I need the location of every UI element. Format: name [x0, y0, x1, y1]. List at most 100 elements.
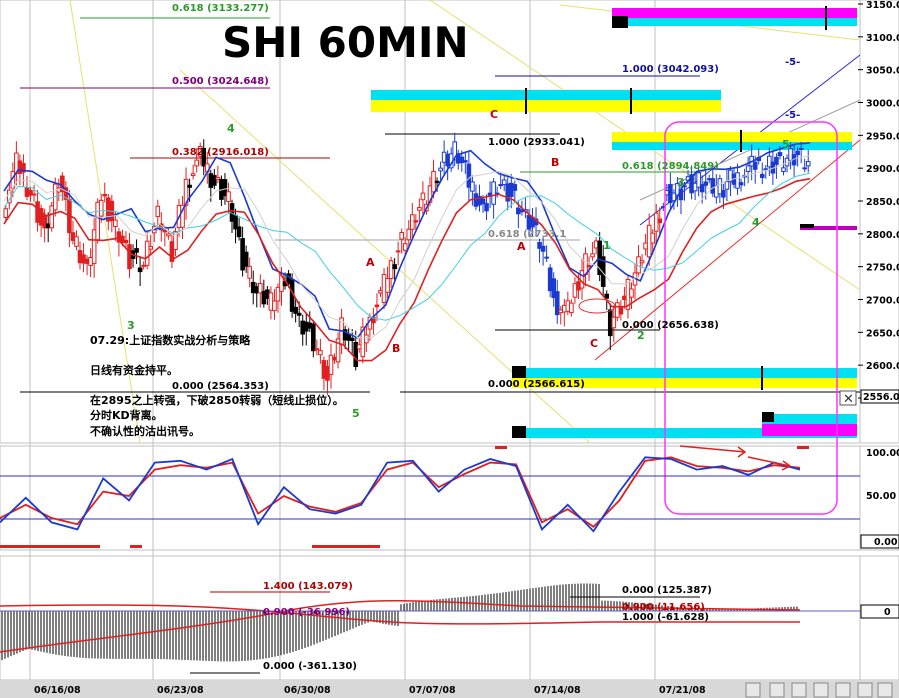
- candle-body: [364, 334, 369, 344]
- candle-body: [463, 160, 468, 163]
- x-tick: 07/21/08: [659, 685, 706, 696]
- candle-body: [629, 288, 634, 298]
- candle-body: [318, 350, 323, 356]
- candle-body: [413, 220, 419, 223]
- candle-body: [148, 246, 154, 250]
- candle-body: [166, 233, 171, 237]
- macd-label: 0.000 (-361.130): [263, 661, 357, 672]
- price-tick-label: 2800.00: [866, 230, 899, 241]
- candle-body: [583, 253, 588, 276]
- candle-body: [777, 152, 783, 157]
- candle-body: [134, 248, 139, 253]
- x-tick: 06/30/08: [284, 685, 331, 696]
- macd-tick: 0: [884, 607, 891, 618]
- price-tick-label: 3050.00: [866, 66, 899, 77]
- fib-label: 0.618 (2894.849): [622, 161, 719, 172]
- candle-body: [763, 168, 769, 171]
- tool-icon[interactable]: [857, 682, 873, 698]
- candle-body: [388, 260, 394, 279]
- macd-label: 1.400 (143.079): [263, 581, 353, 592]
- macd-label: 0.900 (-36.996): [263, 607, 350, 618]
- candle-body: [314, 348, 320, 351]
- price-tick-label: 2600.00: [866, 361, 899, 372]
- candle-body: [798, 147, 804, 150]
- candle-body: [795, 150, 800, 156]
- tool-icon[interactable]: [791, 682, 807, 698]
- fib-label: 0.000 (2564.353): [172, 381, 269, 392]
- wave-label: A: [517, 240, 526, 253]
- wave-label: 5: [782, 138, 790, 151]
- wave-label: -5-: [785, 110, 800, 121]
- candle-body: [802, 167, 807, 170]
- candle-body: [618, 306, 624, 315]
- x-tick: 07/07/08: [409, 685, 456, 696]
- candle-body: [236, 226, 242, 238]
- price-tick-label: 3150.00: [866, 0, 899, 11]
- fib-label: 0.500 (3024.648): [172, 76, 269, 87]
- fib-label: 0.618 (3133.277): [172, 3, 269, 14]
- candle-body: [569, 302, 574, 314]
- wave-label: 4: [227, 122, 235, 135]
- candle-body: [374, 304, 380, 308]
- tool-icon[interactable]: [813, 682, 829, 698]
- candle-body: [226, 191, 231, 202]
- price-tick-label: 2750.00: [866, 263, 899, 274]
- candle-body: [395, 250, 401, 253]
- candle-body: [745, 165, 751, 172]
- wave-label: 1: [603, 239, 611, 252]
- note-line: 日线有资金持平。: [90, 363, 178, 377]
- price-tick-label: 2950.00: [866, 131, 899, 142]
- macd-panel-bg: [0, 555, 861, 681]
- price-tick-label: 2650.00: [866, 328, 899, 339]
- candle-body: [434, 180, 440, 184]
- fib-label: 0.000 (2566.615): [488, 379, 585, 390]
- candle-body: [805, 161, 811, 167]
- tool-icon[interactable]: [877, 682, 893, 698]
- candle-body: [738, 182, 744, 186]
- fib-label: 1.000 (2933.041): [488, 137, 585, 148]
- current-price-label: 2556.00: [863, 392, 899, 403]
- macd-label: 0.000 (125.387): [622, 585, 712, 596]
- candle-body: [650, 232, 655, 244]
- candle-body: [752, 161, 758, 170]
- wave-label: 4: [752, 216, 760, 229]
- kd-tick: 0.00: [874, 537, 898, 548]
- candle-body: [438, 167, 443, 172]
- candle-body: [392, 264, 397, 270]
- price-tick-label: 3000.00: [866, 99, 899, 110]
- note-line: 分时KD背离。: [90, 408, 163, 422]
- wave-label: B: [551, 156, 559, 169]
- candle-body: [247, 266, 252, 279]
- candle-body: [212, 175, 217, 186]
- x-tick: 06/16/08: [34, 685, 81, 696]
- close-icon[interactable]: ✕: [843, 392, 854, 407]
- candle-body: [3, 208, 9, 218]
- wave-label: 3: [677, 176, 685, 189]
- tool-icon[interactable]: [769, 682, 785, 698]
- wave-label: C: [590, 337, 598, 350]
- candle-body: [544, 256, 549, 259]
- candle-body: [774, 156, 779, 165]
- tool-icon[interactable]: [745, 682, 761, 698]
- fib-label: 0.618 (2733.1: [488, 229, 566, 240]
- candle-body: [480, 198, 486, 205]
- candle-body: [243, 251, 249, 267]
- x-tick: 06/23/08: [157, 685, 204, 696]
- tool-icon[interactable]: [835, 682, 851, 698]
- price-tick-label: 2900.00: [866, 164, 899, 175]
- note-line: 不确认性的沽出讯号。: [90, 424, 200, 438]
- candle-body: [512, 184, 518, 191]
- chart-area: SHI 60MIN 0.618 (3133.277) 0.500 (3024.6…: [0, 0, 899, 698]
- kd-tick: 50.00: [866, 491, 896, 502]
- wave-label: 3: [127, 319, 135, 332]
- candle-body: [74, 236, 79, 247]
- kd-tick: 100.00: [866, 448, 899, 459]
- candle-body: [420, 192, 426, 201]
- candle-body: [611, 316, 617, 329]
- candle-body: [144, 240, 150, 266]
- candle-body: [540, 245, 546, 252]
- candle-body: [402, 243, 408, 251]
- candle-body: [31, 193, 37, 196]
- note-line: 07.29:上证指数实战分析与策略: [90, 333, 251, 347]
- candle-body: [399, 232, 404, 240]
